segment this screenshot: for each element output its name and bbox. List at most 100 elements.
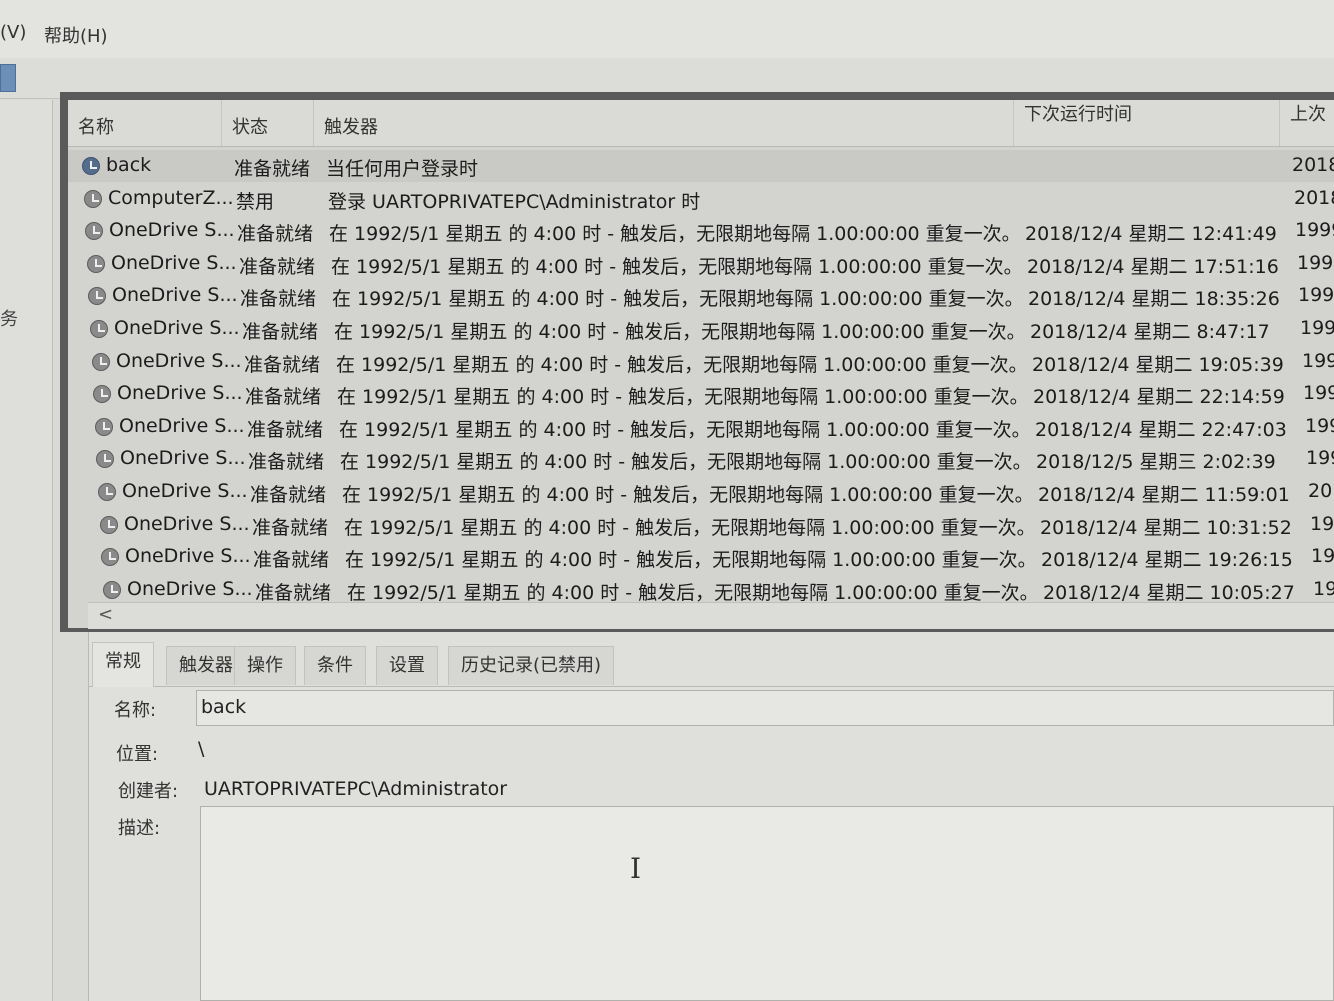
task-next-run-cell: 2018/12/4 星期二 17:51:16 [1027,255,1279,278]
task-name-cell: OneDrive S... [112,284,238,307]
toolbar-view-icon[interactable] [0,64,16,92]
task-trigger-cell: 登录 UARTOPRIVATEPC\Administrator 时 [328,190,701,213]
task-last-run-cell: 1999/ [1305,414,1334,437]
tab-history[interactable]: 历史记录(已禁用) [448,646,615,685]
menu-view[interactable]: (V) [0,22,26,43]
task-status-cell: 准备就绪 [239,255,316,278]
table-row[interactable]: back 准备就绪当任何用户登录时 2018 [68,150,1334,182]
column-header-name[interactable]: 名称 [68,100,222,146]
task-last-run-cell: 1999 [1297,251,1334,274]
task-trigger-cell: 在 1992/5/1 星期五 的 4:00 时 - 触发后，无限期地每隔 1.0… [331,255,1023,278]
task-clock-icon [93,385,111,404]
table-row[interactable]: OneDrive S... 准备就绪在 1992/5/1 星期五 的 4:00 时… [68,411,1334,443]
task-clock-icon [98,483,116,501]
table-row[interactable]: OneDrive S... 准备就绪在 1992/5/1 星期五 的 4:00 时… [68,509,1334,541]
task-name-cell: OneDrive S... [111,251,237,274]
task-next-run-cell: 2018/12/4 星期二 19:26:15 [1041,549,1293,572]
name-field[interactable]: back [196,690,1334,726]
table-row[interactable]: OneDrive S... 准备就绪在 1992/5/1 星期五 的 4:00 时… [68,476,1334,508]
task-clock-icon [100,515,118,534]
description-field[interactable] [200,806,1334,1001]
task-clock-icon [101,548,119,567]
task-last-run-cell: 2018 [1292,154,1334,176]
menu-help[interactable]: 帮助(H) [44,22,108,48]
table-row[interactable]: OneDrive S... 准备就绪在 1992/5/1 星期五 的 4:00 时… [68,313,1334,345]
description-label: 描述: [118,818,161,839]
tab-settings[interactable]: 设置 [376,646,438,685]
task-name-cell: OneDrive S... [117,382,243,405]
task-name-cell: OneDrive S... [114,317,240,339]
task-trigger-cell: 在 1992/5/1 星期五 的 4:00 时 - 触发后，无限期地每隔 1.0… [339,418,1031,441]
table-row[interactable]: OneDrive S... 准备就绪在 1992/5/1 星期五 的 4:00 时… [68,248,1334,280]
task-next-run-cell: 2018/12/4 星期二 11:59:01 [1038,484,1290,506]
column-header-last-run[interactable]: 上次 [1280,100,1334,146]
left-tree-pane: 务 [0,100,53,1001]
table-row[interactable]: OneDrive S... 准备就绪在 1992/5/1 星期五 的 4:00 时… [68,443,1334,475]
task-trigger-cell: 在 1992/5/1 星期五 的 4:00 时 - 触发后，无限期地每隔 1.0… [344,516,1036,539]
task-clock-icon [84,189,102,208]
location-label: 位置: [116,744,159,765]
task-name-cell: OneDrive S... [127,577,253,600]
task-trigger-cell: 在 1992/5/1 星期五 的 4:00 时 - 触发后，无限期地每隔 1.0… [332,288,1024,311]
task-name-cell: back [106,154,152,176]
task-next-run-cell: 2018/12/4 星期二 22:14:59 [1033,386,1285,409]
table-row[interactable]: OneDrive S... 准备就绪在 1992/5/1 星期五 的 4:00 时… [68,378,1334,410]
detail-tabs: 常规 触发器 操作 条件 设置 历史记录(已禁用) [88,640,1334,687]
task-clock-icon [95,417,113,436]
table-row[interactable]: OneDrive S... 准备就绪在 1992/5/1 星期五 的 4:00 时… [68,574,1334,606]
table-row[interactable]: OneDrive S... 准备就绪在 1992/5/1 星期五 的 4:00 时… [68,346,1334,378]
task-name-cell: ComputerZ... [108,186,234,209]
task-name-cell: OneDrive S... [125,545,251,568]
task-trigger-cell: 当任何用户登录时 [326,158,479,180]
left-pane-text-fragment: 务 [0,309,18,330]
task-status-cell: 准备就绪 [240,288,317,311]
table-row[interactable]: OneDrive S... 准备就绪在 1992/5/1 星期五 的 4:00 时… [68,215,1334,247]
task-status-cell: 准备就绪 [248,451,325,474]
table-row[interactable]: ComputerZ... 禁用 登录 UARTOPRIVATEPC\Administ… [68,183,1334,215]
task-last-run-cell: 1999, [1302,349,1334,372]
task-trigger-cell: 在 1992/5/1 星期五 的 4:00 时 - 触发后，无限期地每隔 1.0… [342,484,1034,506]
task-last-run-cell: 1999/ [1310,512,1334,535]
column-header-status[interactable]: 状态 [222,100,314,146]
column-header-next-run[interactable]: 下次运行时间 [1014,100,1280,146]
task-clock-icon [85,222,103,241]
task-last-run-cell: 1999/ [1311,545,1334,568]
task-clock-icon [92,352,110,371]
tab-conditions[interactable]: 条件 [304,646,366,685]
task-status-cell: 准备就绪 [250,484,327,506]
task-status-cell: 准备就绪 [253,549,330,572]
task-next-run-cell: 2018/12/4 星期二 12:41:49 [1025,223,1277,246]
author-label: 创建者: [118,781,179,802]
task-next-run-cell: 2018/12/4 星期二 22:47:03 [1035,418,1287,441]
task-trigger-cell: 在 1992/5/1 星期五 的 4:00 时 - 触发后，无限期地每隔 1.0… [345,549,1037,572]
task-status-cell: 准备就绪 [247,418,324,441]
task-status-cell: 准备就绪 [245,386,322,409]
name-label: 名称: [114,700,157,721]
task-name-cell: OneDrive S... [120,447,246,470]
author-value: UARTOPRIVATEPC\Administrator [204,778,508,800]
task-last-run-cell: 1999/ [1303,382,1334,405]
task-status-cell: 禁用 [236,190,275,213]
task-name-cell: OneDrive S... [122,480,248,502]
name-field-value: back [201,696,247,718]
table-row[interactable]: OneDrive S... 准备就绪在 1992/5/1 星期五 的 4:00 时… [68,280,1334,312]
task-next-run-cell: 2018/12/5 星期三 2:02:39 [1036,451,1276,474]
table-row[interactable]: OneDrive S... 准备就绪在 1992/5/1 星期五 的 4:00 时… [68,541,1334,573]
scroll-left-arrow-icon[interactable]: < [98,604,113,625]
task-last-run-cell: 1999 [1298,284,1334,307]
task-trigger-cell: 在 1992/5/1 星期五 的 4:00 时 - 触发后，无限期地每隔 1.0… [340,451,1032,474]
task-clock-icon [88,287,106,306]
task-next-run-cell: 2018/12/4 星期二 10:05:27 [1043,581,1295,604]
tab-general[interactable]: 常规 [92,642,154,687]
task-name-cell: OneDrive S... [109,219,235,242]
tab-actions[interactable]: 操作 [234,646,296,685]
task-status-cell: 准备就绪 [252,516,329,539]
task-clock-icon [82,157,100,175]
column-header-trigger[interactable]: 触发器 [314,100,1014,146]
task-trigger-cell: 在 1992/5/1 星期五 的 4:00 时 - 触发后，无限期地每隔 1.0… [334,321,1026,343]
task-trigger-cell: 在 1992/5/1 星期五 的 4:00 时 - 触发后，无限期地每隔 1.0… [329,223,1021,246]
task-last-run-cell: 1999 [1300,317,1334,339]
task-clock-icon [96,450,114,469]
task-name-cell: OneDrive S... [124,512,250,535]
horizontal-scrollbar[interactable]: < [88,602,1334,629]
